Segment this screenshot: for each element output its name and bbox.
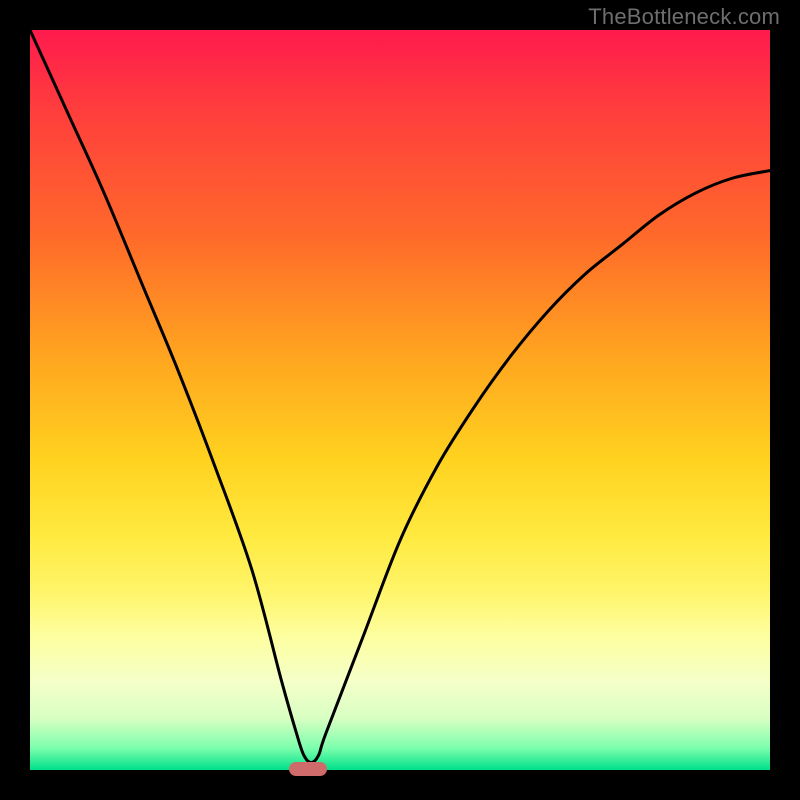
optimal-marker bbox=[289, 762, 327, 776]
watermark-text: TheBottleneck.com bbox=[588, 4, 780, 30]
chart-frame: TheBottleneck.com bbox=[0, 0, 800, 800]
plot-area bbox=[30, 30, 770, 770]
bottleneck-curve bbox=[30, 30, 770, 770]
